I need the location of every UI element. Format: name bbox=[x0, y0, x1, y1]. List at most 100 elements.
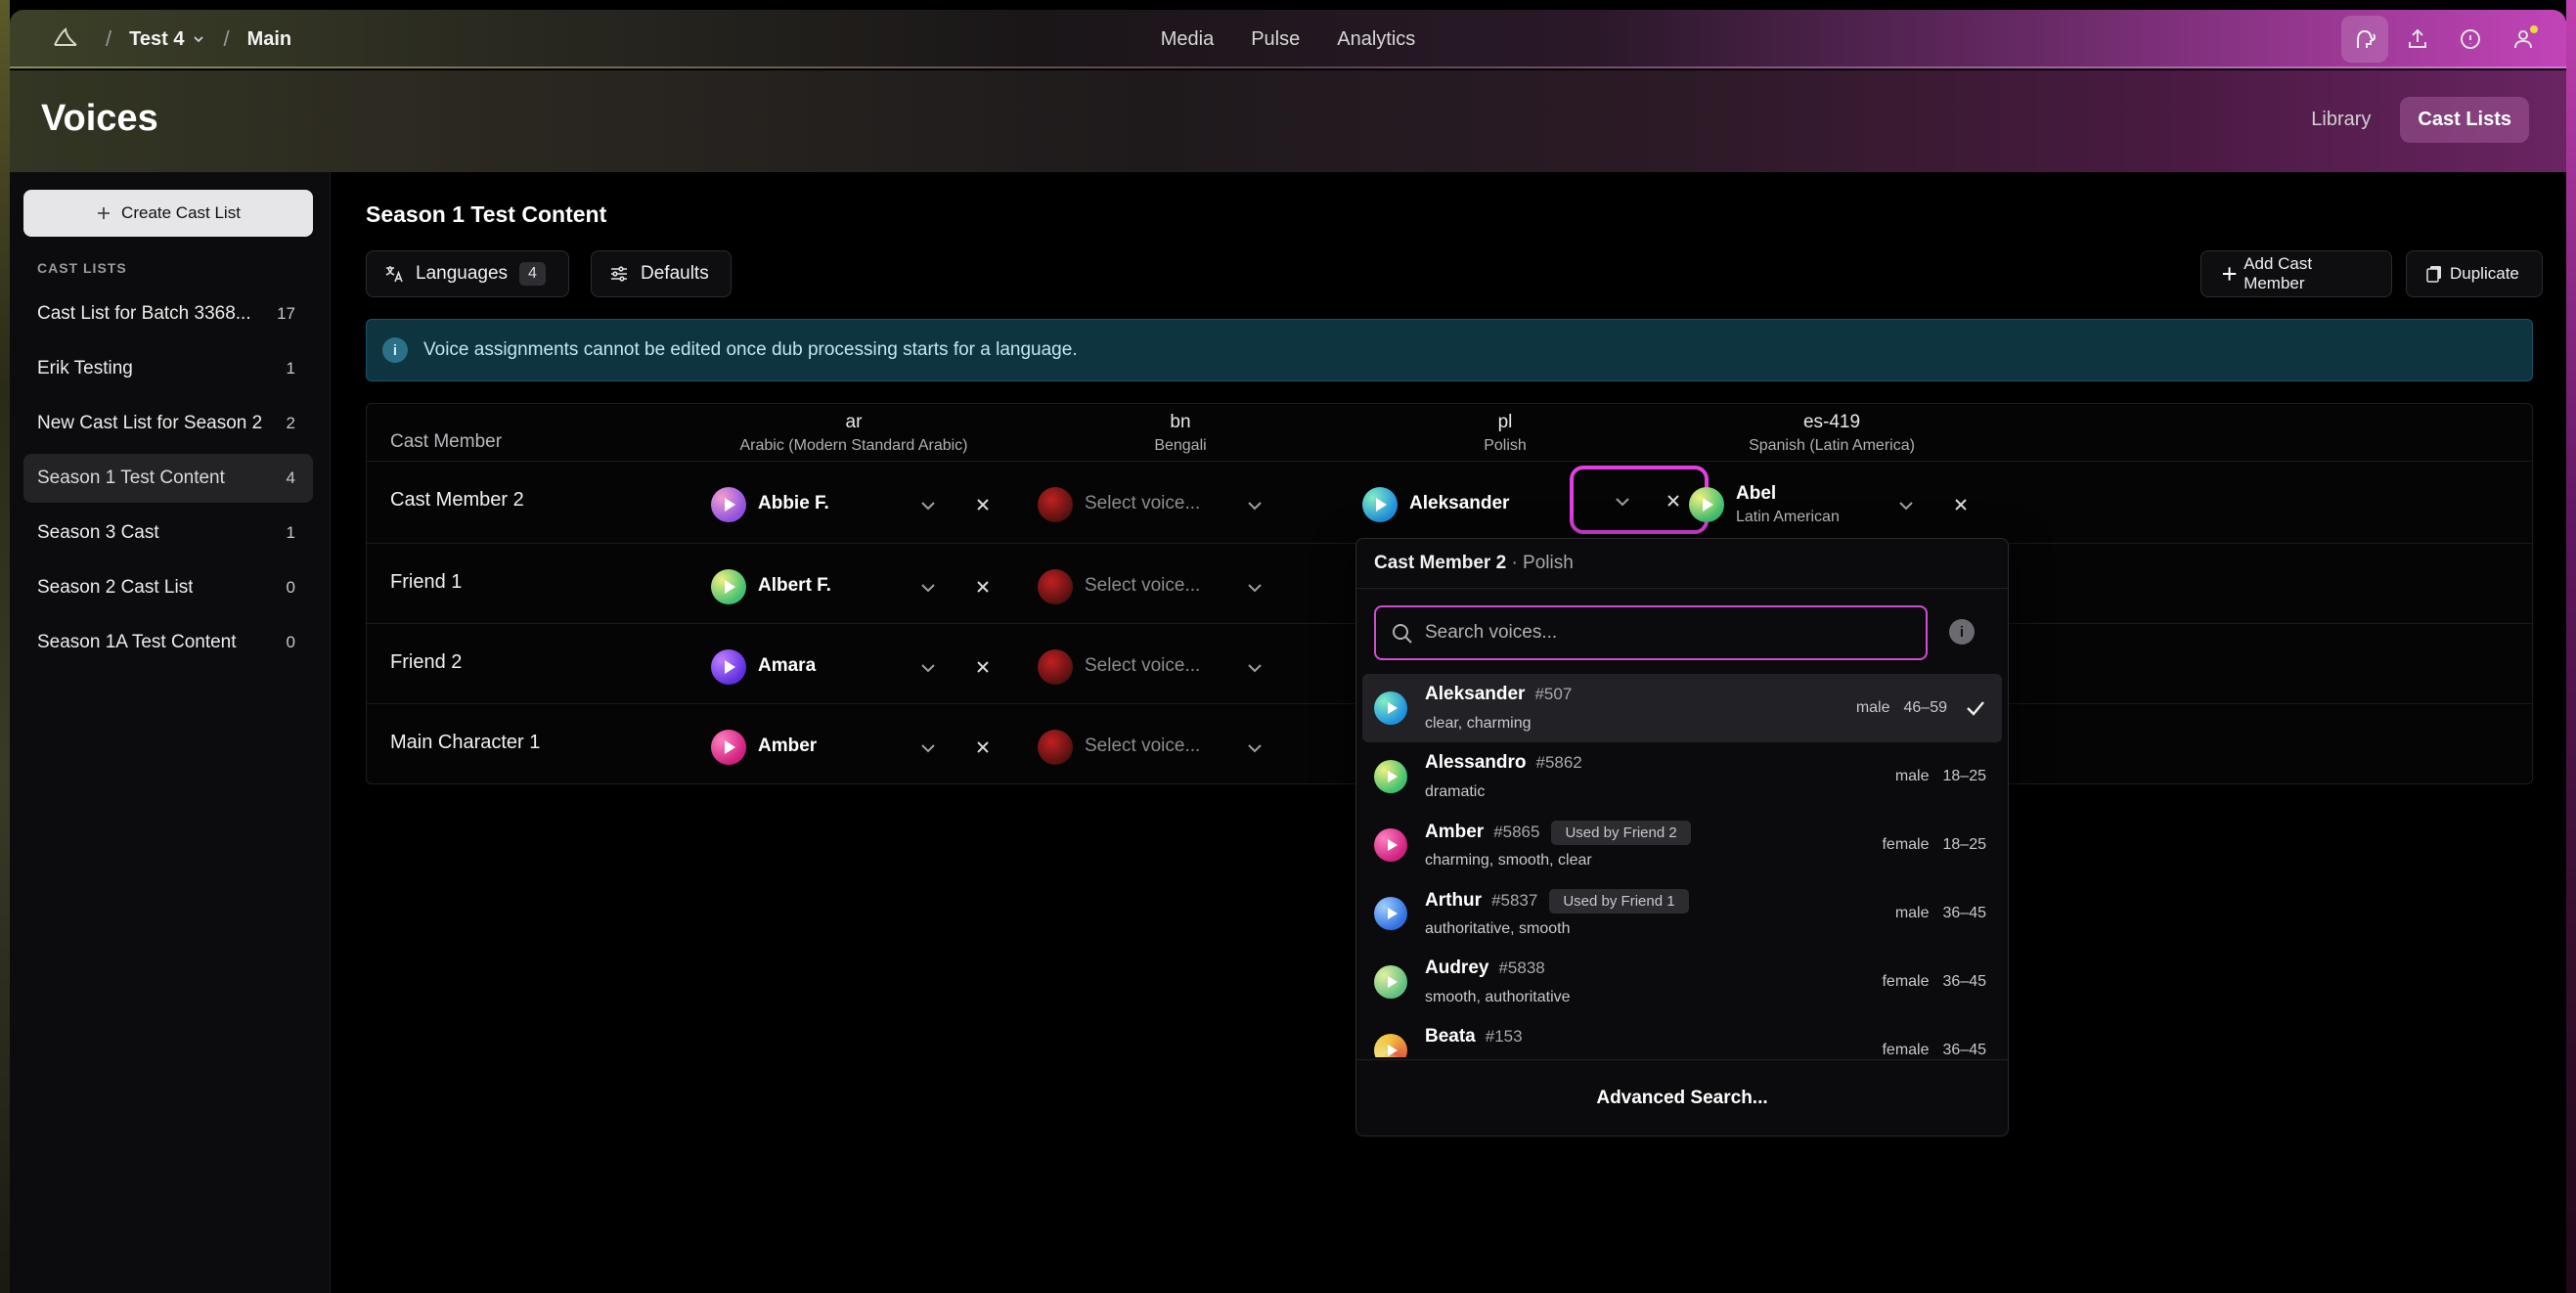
play-voice-icon[interactable] bbox=[1374, 1034, 1407, 1057]
play-voice-icon[interactable] bbox=[1374, 965, 1407, 999]
duplicate-label: Duplicate bbox=[2450, 264, 2519, 283]
chevron-down-icon[interactable] bbox=[1243, 575, 1266, 599]
nav-pulse[interactable]: Pulse bbox=[1251, 28, 1300, 51]
close-icon[interactable] bbox=[971, 655, 995, 679]
play-voice-icon[interactable] bbox=[1689, 487, 1724, 522]
voice-option[interactable]: Alessandro #5862 dramatic male 18–25 bbox=[1362, 742, 2002, 811]
close-icon[interactable] bbox=[1662, 489, 1685, 513]
play-voice-icon[interactable] bbox=[711, 569, 746, 604]
dropdown-member: Cast Member 2 bbox=[1374, 553, 1507, 573]
plus-icon bbox=[98, 207, 111, 219]
voice-cell-bn[interactable]: Select voice... bbox=[1032, 720, 1337, 769]
voice-option[interactable]: Amber #5865 Used by Friend 2 charming, smo… bbox=[1362, 811, 2002, 879]
sidebar-item[interactable]: Cast List for Batch 3368... 17 bbox=[23, 290, 313, 338]
close-icon[interactable] bbox=[971, 736, 995, 759]
feedback-button[interactable] bbox=[2447, 16, 2494, 63]
chevron-down-icon[interactable] bbox=[1894, 493, 1918, 516]
voice-cell-ar[interactable]: Amber bbox=[705, 720, 1010, 769]
voice-cell-bn[interactable]: Select voice... bbox=[1032, 559, 1337, 608]
voice-cell-bn[interactable]: Select voice... bbox=[1032, 640, 1337, 689]
voice-option-name: Beata bbox=[1425, 1026, 1476, 1047]
voice-cell-ar[interactable]: Amara bbox=[705, 640, 1010, 689]
voice-head-icon bbox=[2357, 29, 2376, 48]
search-voices-field[interactable] bbox=[1374, 605, 1928, 660]
play-voice-icon[interactable] bbox=[1374, 897, 1407, 930]
voice-cell-es-419[interactable]: Abel Latin American bbox=[1683, 477, 1988, 526]
close-icon[interactable] bbox=[1949, 493, 1973, 516]
languages-label: Languages bbox=[416, 263, 509, 284]
sidebar-heading: CAST LISTS bbox=[37, 260, 127, 276]
translate-icon bbox=[385, 266, 403, 283]
used-by-badge: Used by Friend 2 bbox=[1551, 821, 1691, 845]
breadcrumb-branch[interactable]: Main bbox=[247, 28, 292, 51]
empty-voice-icon bbox=[1038, 649, 1073, 685]
play-voice-icon[interactable] bbox=[711, 649, 746, 685]
chevron-down-icon[interactable] bbox=[916, 493, 940, 516]
voice-name: Abel bbox=[1736, 483, 1777, 504]
main-nav: Media Pulse Analytics bbox=[10, 10, 2566, 68]
chevron-down-icon[interactable] bbox=[192, 32, 205, 46]
voice-cell-bn[interactable]: Select voice... bbox=[1032, 477, 1337, 526]
voice-option-gender: male bbox=[1894, 905, 1930, 921]
add-cast-member-button[interactable]: Add Cast Member bbox=[2200, 250, 2392, 297]
chevron-down-icon[interactable] bbox=[916, 736, 940, 759]
voice-cell-ar[interactable]: Abbie F. bbox=[705, 477, 1010, 526]
voice-name: Amara bbox=[758, 655, 817, 676]
nav-media[interactable]: Media bbox=[1161, 28, 1214, 51]
search-voices-input[interactable] bbox=[1425, 607, 1914, 658]
create-cast-list-button[interactable]: Create Cast List bbox=[23, 190, 313, 237]
voice-option-age: 36–45 bbox=[1942, 1042, 1987, 1057]
nav-analytics[interactable]: Analytics bbox=[1337, 28, 1415, 51]
breadcrumb-project[interactable]: Test 4 bbox=[129, 28, 184, 51]
sidebar-item[interactable]: Season 2 Cast List 0 bbox=[23, 563, 313, 612]
cast-member-name: Friend 1 bbox=[390, 571, 463, 593]
close-icon[interactable] bbox=[971, 493, 995, 516]
info-icon[interactable]: i bbox=[1949, 619, 1975, 645]
languages-button[interactable]: Languages 4 bbox=[366, 250, 569, 297]
add-cast-member-label: Add Cast Member bbox=[2243, 254, 2313, 292]
voice-option-name: Arthur bbox=[1425, 890, 1483, 911]
voice-option[interactable]: Aleksander #507 clear, charming male 46–59 bbox=[1362, 674, 2002, 742]
chevron-down-icon[interactable] bbox=[1243, 493, 1266, 516]
sidebar-item[interactable]: Season 1A Test Content 0 bbox=[23, 618, 313, 667]
tab-cast-lists[interactable]: Cast Lists bbox=[2400, 97, 2529, 143]
notification-dot bbox=[2530, 25, 2538, 33]
sidebar-item[interactable]: Erik Testing 1 bbox=[23, 344, 313, 393]
tab-library[interactable]: Library bbox=[2293, 97, 2388, 143]
voice-option-tags: authoritative, smooth bbox=[1425, 920, 1571, 937]
chevron-down-icon[interactable] bbox=[1243, 736, 1266, 759]
voice-option[interactable]: Arthur #5837 Used by Friend 1 authoritativ… bbox=[1362, 879, 2002, 948]
sidebar-item[interactable]: Season 3 Cast 1 bbox=[23, 509, 313, 557]
upload-button[interactable] bbox=[2394, 16, 2441, 63]
close-icon[interactable] bbox=[971, 575, 995, 599]
play-voice-icon[interactable] bbox=[1374, 691, 1407, 725]
sidebar-item-label: Season 3 Cast bbox=[37, 522, 159, 543]
advanced-search-button[interactable]: Advanced Search... bbox=[1356, 1059, 2008, 1136]
chevron-down-icon[interactable] bbox=[1611, 489, 1634, 513]
language-name: Arabic (Modern Standard Arabic) bbox=[739, 437, 968, 454]
voice-option[interactable]: Audrey #5838 smooth, authoritative female… bbox=[1362, 948, 2002, 1016]
sidebar-item-count: 2 bbox=[286, 414, 295, 432]
chevron-down-icon[interactable] bbox=[1243, 655, 1266, 679]
empty-voice-icon bbox=[1038, 730, 1073, 765]
defaults-label: Defaults bbox=[641, 263, 709, 284]
duplicate-button[interactable]: Duplicate bbox=[2406, 250, 2543, 297]
sidebar-item[interactable]: New Cast List for Season 2 2 bbox=[23, 399, 313, 448]
play-voice-icon[interactable] bbox=[711, 730, 746, 765]
language-code: bn bbox=[1170, 412, 1191, 432]
play-voice-icon[interactable] bbox=[1374, 828, 1407, 862]
voice-cell-ar[interactable]: Albert F. bbox=[705, 559, 1010, 608]
chevron-down-icon[interactable] bbox=[916, 655, 940, 679]
logo-icon[interactable] bbox=[51, 25, 80, 51]
sidebar-item-active[interactable]: Season 1 Test Content 4 bbox=[23, 454, 313, 503]
defaults-button[interactable]: Defaults bbox=[591, 250, 732, 297]
account-button[interactable] bbox=[2500, 16, 2547, 63]
play-voice-icon[interactable] bbox=[1374, 760, 1407, 793]
voices-nav-button[interactable] bbox=[2341, 16, 2388, 63]
play-voice-icon[interactable] bbox=[1362, 487, 1398, 522]
play-voice-icon[interactable] bbox=[711, 487, 746, 522]
voice-option[interactable]: Beata#153 dramatic female36–45 bbox=[1362, 1016, 2002, 1057]
copy-icon bbox=[2426, 266, 2441, 283]
chevron-down-icon[interactable] bbox=[916, 575, 940, 599]
dropdown-language: · Polish bbox=[1511, 553, 1574, 573]
